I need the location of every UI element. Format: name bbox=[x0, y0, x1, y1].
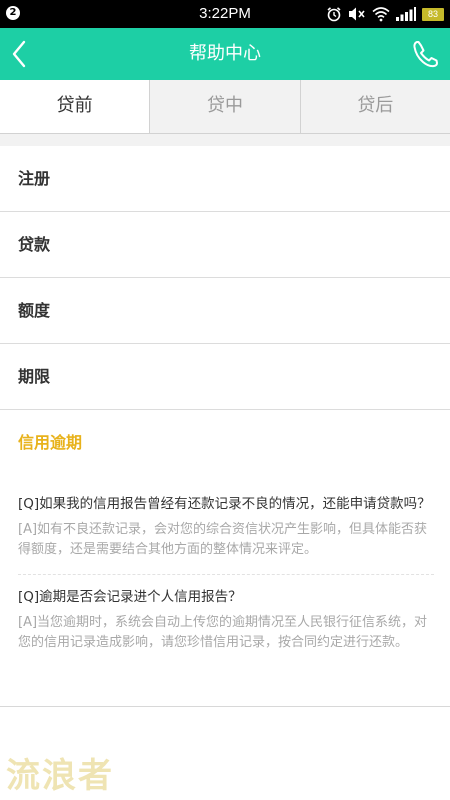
tab-after-loan[interactable]: 贷后 bbox=[299, 80, 450, 133]
category-credit-overdue[interactable]: 信用逾期 bbox=[0, 410, 450, 476]
category-credit-limit[interactable]: 额度 bbox=[0, 278, 450, 344]
faq-answer: [A]如有不良还款记录，会对您的综合资信状况产生影响，但具体能否获得额度，还是需… bbox=[18, 522, 428, 557]
header-bar: 帮助中心 bbox=[0, 28, 450, 80]
tab-during-loan[interactable]: 贷中 bbox=[149, 80, 300, 133]
category-term[interactable]: 期限 bbox=[0, 344, 450, 410]
watermark: 流浪者 bbox=[6, 756, 114, 796]
call-button[interactable] bbox=[408, 36, 442, 72]
tab-before-loan[interactable]: 贷前 bbox=[0, 80, 150, 133]
status-bar: 2 3:22PM 83 bbox=[0, 0, 450, 28]
faq-item: [Q]逾期是否会记录进个人信用报告？ [A]当您逾期时，系统会自动上传您的逾期情… bbox=[18, 575, 434, 667]
mute-icon bbox=[349, 7, 365, 21]
section-gap bbox=[0, 134, 450, 146]
faq-question: [Q]如果我的信用报告曾经有还款记录不良的情况，还能申请贷款吗？ bbox=[18, 496, 431, 512]
faq-answer: [A]当您逾期时，系统会自动上传您的逾期情况至人民银行征信系统，对您的信用记录造… bbox=[18, 615, 428, 650]
faq-item: [Q]如果我的信用报告曾经有还款记录不良的情况，还能申请贷款吗？ [A]如有不良… bbox=[18, 482, 434, 575]
loan-stage-tabs: 贷前 贷中 贷后 bbox=[0, 80, 450, 134]
wifi-icon bbox=[372, 7, 390, 22]
list-divider bbox=[0, 706, 450, 707]
page-title: 帮助中心 bbox=[189, 43, 261, 64]
category-register[interactable]: 注册 bbox=[0, 146, 450, 212]
alarm-icon bbox=[327, 7, 341, 22]
category-loan[interactable]: 贷款 bbox=[0, 212, 450, 278]
faq-question: [Q]逾期是否会记录进个人信用报告？ bbox=[18, 589, 242, 605]
phone-icon bbox=[413, 41, 438, 68]
faq-section: [Q]如果我的信用报告曾经有还款记录不良的情况，还能申请贷款吗？ [A]如有不良… bbox=[0, 476, 450, 667]
status-icons: 83 bbox=[326, 5, 444, 23]
signal-icon bbox=[396, 7, 416, 21]
battery-icon: 83 bbox=[422, 7, 444, 21]
help-category-list: 注册 贷款 额度 期限 信用逾期 [Q]如果我的信用报告曾经有还款记录不良的情况… bbox=[0, 146, 450, 667]
